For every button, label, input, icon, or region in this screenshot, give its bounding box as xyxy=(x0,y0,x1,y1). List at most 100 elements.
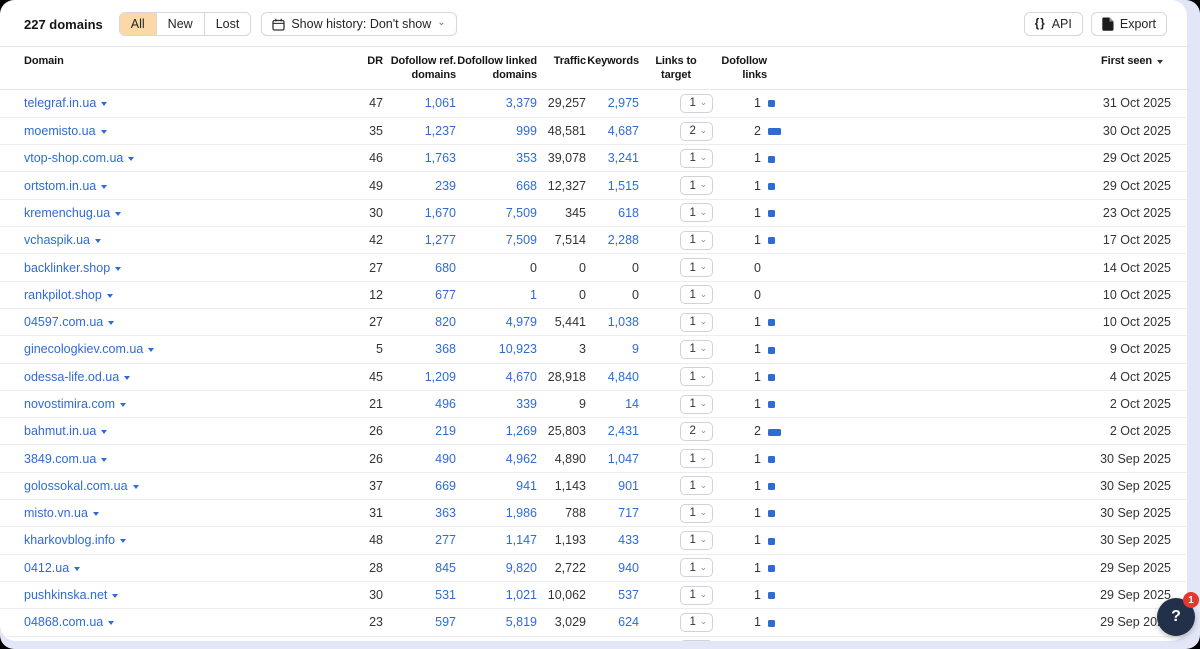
links-to-target-dropdown[interactable]: 2 ⌄ xyxy=(680,422,713,441)
links-to-target-dropdown[interactable]: 1 ⌄ xyxy=(680,367,713,386)
keywords-value[interactable]: 901 xyxy=(618,479,639,493)
domain-dropdown-caret-icon[interactable] xyxy=(101,130,107,134)
dofollow-linked-domains-value[interactable]: 3,379 xyxy=(506,96,537,110)
dofollow-ref-domains-value[interactable]: 219 xyxy=(435,424,456,438)
dofollow-linked-domains-value[interactable]: 7,509 xyxy=(506,233,537,247)
column-header-domain[interactable]: Domain xyxy=(24,54,356,68)
domain-dropdown-caret-icon[interactable] xyxy=(101,185,107,189)
help-button[interactable]: ? 1 xyxy=(1157,598,1195,636)
keywords-value[interactable]: 2,288 xyxy=(608,233,639,247)
domain-link[interactable]: bahmut.in.ua xyxy=(24,424,96,438)
links-to-target-dropdown[interactable]: 1 ⌄ xyxy=(680,531,713,550)
dofollow-ref-domains-value[interactable]: 1,061 xyxy=(425,96,456,110)
domain-dropdown-caret-icon[interactable] xyxy=(108,621,114,625)
keywords-value[interactable]: 2,975 xyxy=(608,96,639,110)
keywords-value[interactable]: 4,687 xyxy=(608,124,639,138)
domain-dropdown-caret-icon[interactable] xyxy=(95,239,101,243)
domain-dropdown-caret-icon[interactable] xyxy=(115,267,121,271)
links-to-target-dropdown[interactable]: 1 ⌄ xyxy=(680,640,713,641)
links-to-target-dropdown[interactable]: 1 ⌄ xyxy=(680,285,713,304)
dofollow-linked-domains-value[interactable]: 1,147 xyxy=(506,533,537,547)
domain-link[interactable]: ortstom.in.ua xyxy=(24,179,96,193)
domain-dropdown-caret-icon[interactable] xyxy=(101,458,107,462)
domain-link[interactable]: odessa-life.od.ua xyxy=(24,370,119,384)
dofollow-linked-domains-value[interactable]: 0 xyxy=(530,261,537,275)
dofollow-linked-domains-value[interactable]: 1,021 xyxy=(506,588,537,602)
links-to-target-dropdown[interactable]: 1 ⌄ xyxy=(680,313,713,332)
dofollow-linked-domains-value[interactable]: 1 xyxy=(530,288,537,302)
column-header-dofollow-links[interactable]: Dofollow links xyxy=(713,54,787,83)
dofollow-linked-domains-value[interactable]: 668 xyxy=(516,179,537,193)
domain-dropdown-caret-icon[interactable] xyxy=(112,594,118,598)
keywords-value[interactable]: 433 xyxy=(618,533,639,547)
domain-link[interactable]: vchaspik.ua xyxy=(24,233,90,247)
domain-dropdown-caret-icon[interactable] xyxy=(133,485,139,489)
domain-dropdown-caret-icon[interactable] xyxy=(128,157,134,161)
keywords-value[interactable]: 1,038 xyxy=(608,315,639,329)
links-to-target-dropdown[interactable]: 2 ⌄ xyxy=(680,122,713,141)
dofollow-linked-domains-value[interactable]: 941 xyxy=(516,479,537,493)
domain-link[interactable]: golossokal.com.ua xyxy=(24,479,128,493)
links-to-target-dropdown[interactable]: 1 ⌄ xyxy=(680,149,713,168)
keywords-value[interactable]: 940 xyxy=(618,561,639,575)
dofollow-ref-domains-value[interactable]: 1,237 xyxy=(425,124,456,138)
domain-link[interactable]: telegraf.in.ua xyxy=(24,96,96,110)
dofollow-linked-domains-value[interactable]: 4,962 xyxy=(506,452,537,466)
domain-dropdown-caret-icon[interactable] xyxy=(108,321,114,325)
keywords-value[interactable]: 618 xyxy=(618,206,639,220)
export-button[interactable]: Export xyxy=(1091,12,1167,36)
dofollow-ref-domains-value[interactable]: 845 xyxy=(435,561,456,575)
keywords-value[interactable]: 0 xyxy=(632,261,639,275)
links-to-target-dropdown[interactable]: 1 ⌄ xyxy=(680,586,713,605)
links-to-target-dropdown[interactable]: 1 ⌄ xyxy=(680,558,713,577)
domain-link[interactable]: 04868.com.ua xyxy=(24,615,103,629)
domain-dropdown-caret-icon[interactable] xyxy=(107,294,113,298)
keywords-value[interactable]: 0 xyxy=(632,288,639,302)
keywords-value[interactable]: 2,431 xyxy=(608,424,639,438)
keywords-value[interactable]: 1,047 xyxy=(608,452,639,466)
dofollow-ref-domains-value[interactable]: 490 xyxy=(435,452,456,466)
domain-link[interactable]: ginecologkiev.com.ua xyxy=(24,342,143,356)
domain-link[interactable]: moemisto.ua xyxy=(24,124,96,138)
keywords-value[interactable]: 3,241 xyxy=(608,151,639,165)
domain-dropdown-caret-icon[interactable] xyxy=(101,102,107,106)
domain-dropdown-caret-icon[interactable] xyxy=(120,539,126,543)
domain-link[interactable]: rankpilot.shop xyxy=(24,288,102,302)
dofollow-linked-domains-value[interactable]: 999 xyxy=(516,124,537,138)
keywords-value[interactable]: 1,515 xyxy=(608,179,639,193)
domain-link[interactable]: misto.vn.ua xyxy=(24,506,88,520)
links-to-target-dropdown[interactable]: 1 ⌄ xyxy=(680,176,713,195)
dofollow-ref-domains-value[interactable]: 820 xyxy=(435,315,456,329)
links-to-target-dropdown[interactable]: 1 ⌄ xyxy=(680,231,713,250)
keywords-value[interactable]: 624 xyxy=(618,615,639,629)
dofollow-ref-domains-value[interactable]: 496 xyxy=(435,397,456,411)
domain-dropdown-caret-icon[interactable] xyxy=(93,512,99,516)
domain-link[interactable]: novostimira.com xyxy=(24,397,115,411)
dofollow-ref-domains-value[interactable]: 669 xyxy=(435,479,456,493)
domain-dropdown-caret-icon[interactable] xyxy=(115,212,121,216)
dofollow-linked-domains-value[interactable]: 4,670 xyxy=(506,370,537,384)
column-header-traffic[interactable]: Traffic xyxy=(537,54,586,68)
domain-link[interactable]: vtop-shop.com.ua xyxy=(24,151,123,165)
domain-dropdown-caret-icon[interactable] xyxy=(74,567,80,571)
keywords-value[interactable]: 4,840 xyxy=(608,370,639,384)
column-header-dr[interactable]: DR xyxy=(356,54,383,68)
domain-dropdown-caret-icon[interactable] xyxy=(101,430,107,434)
dofollow-linked-domains-value[interactable]: 9,820 xyxy=(506,561,537,575)
domain-link[interactable]: 0412.ua xyxy=(24,561,69,575)
segment-new[interactable]: New xyxy=(156,13,204,35)
show-history-dropdown[interactable]: Show history: Don't show ⌄ xyxy=(261,12,456,36)
dofollow-ref-domains-value[interactable]: 277 xyxy=(435,533,456,547)
links-to-target-dropdown[interactable]: 1 ⌄ xyxy=(680,613,713,632)
links-to-target-dropdown[interactable]: 1 ⌄ xyxy=(680,449,713,468)
domain-link[interactable]: 3849.com.ua xyxy=(24,452,96,466)
keywords-value[interactable]: 9 xyxy=(632,342,639,356)
dofollow-ref-domains-value[interactable]: 597 xyxy=(435,615,456,629)
domain-dropdown-caret-icon[interactable] xyxy=(124,376,130,380)
column-header-keywords[interactable]: Keywords xyxy=(586,54,639,68)
dofollow-ref-domains-value[interactable]: 1,670 xyxy=(425,206,456,220)
dofollow-linked-domains-value[interactable]: 1,269 xyxy=(506,424,537,438)
keywords-value[interactable]: 537 xyxy=(618,588,639,602)
dofollow-ref-domains-value[interactable]: 368 xyxy=(435,342,456,356)
domain-link[interactable]: pushkinska.net xyxy=(24,588,107,602)
